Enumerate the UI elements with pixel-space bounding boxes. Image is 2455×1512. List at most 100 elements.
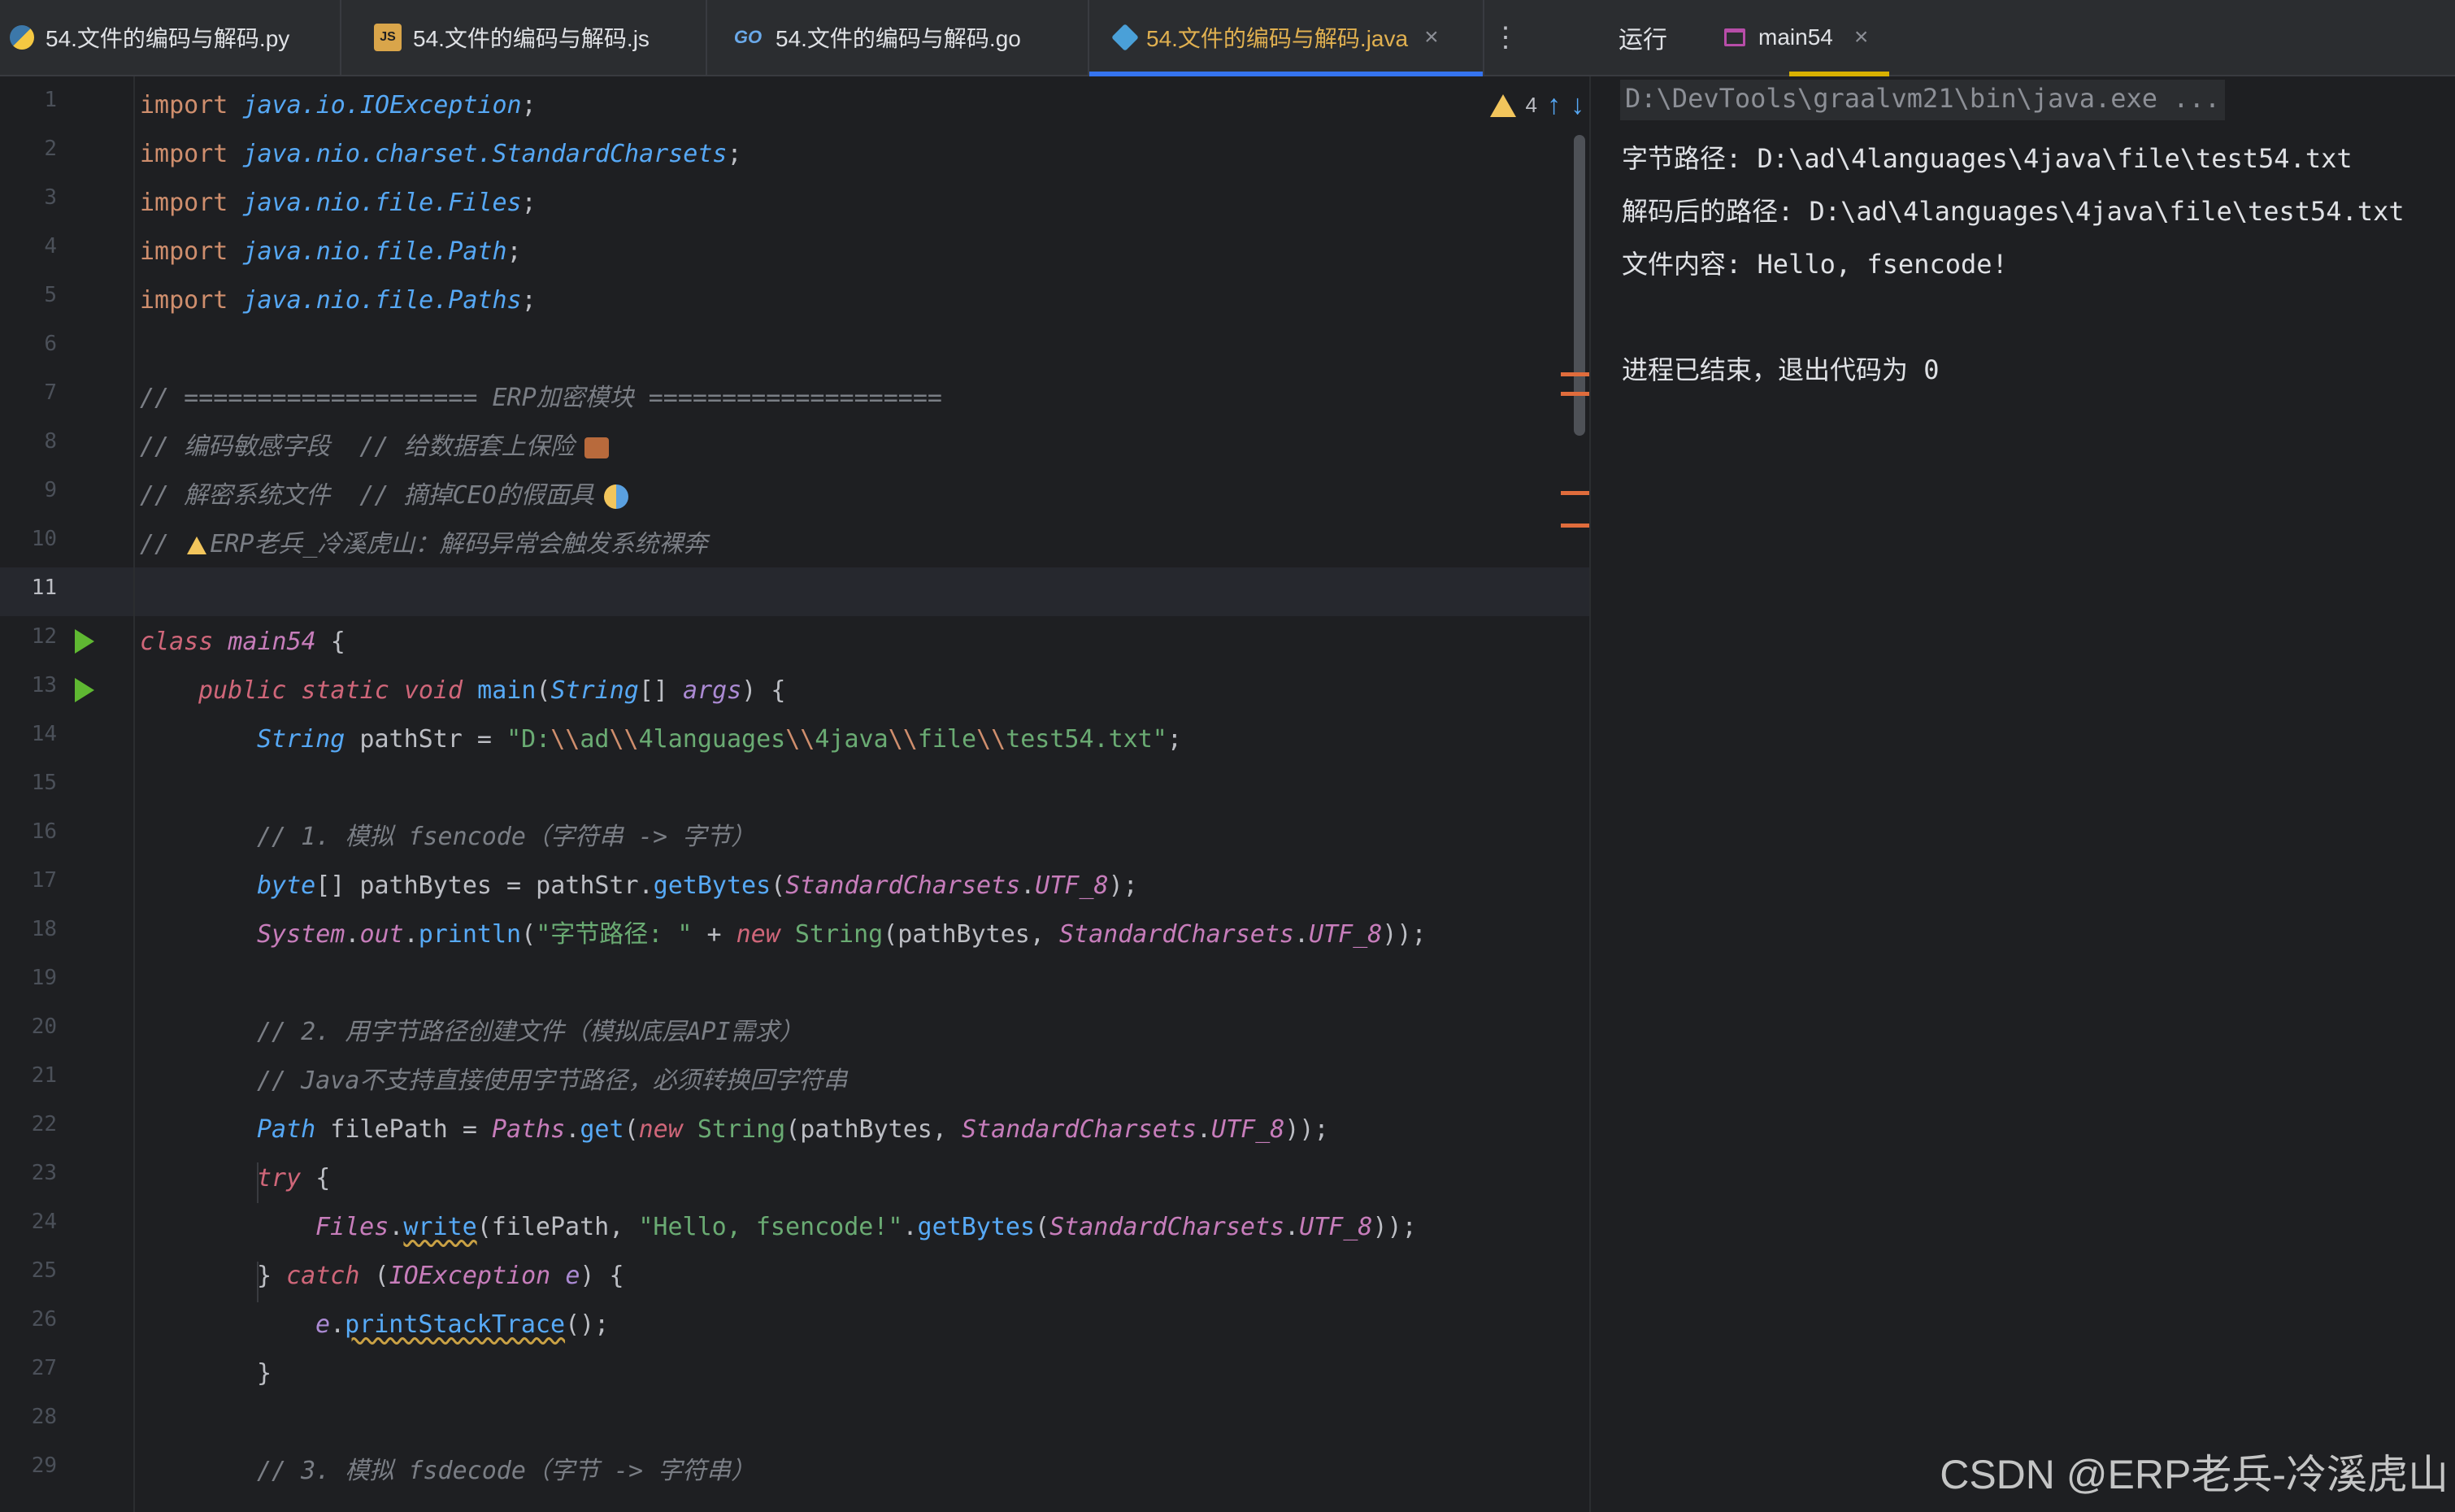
- tab-java-file[interactable]: 54.文件的编码与解码.java ×: [1089, 0, 1484, 76]
- tab-label: 54.文件的编码与解码.java: [1146, 26, 1409, 51]
- line-number: 4: [44, 234, 57, 259]
- code-comment: // ==================== ERP加密模块 ========…: [140, 384, 942, 412]
- line-number: 14: [31, 722, 57, 746]
- console-output-line: 解码后的路径: D:\ad\4languages\4java\file\test…: [1622, 196, 2405, 227]
- console-output-line: 文件内容: Hello, fsencode!: [1622, 249, 2008, 280]
- tab-label: 54.文件的编码与解码.go: [776, 26, 1021, 51]
- code-line: e.printStackTrace();: [315, 1310, 610, 1339]
- line-number: 6: [44, 332, 57, 356]
- code-line: import java.nio.charset.StandardCharsets…: [140, 140, 742, 168]
- line-number: 21: [31, 1063, 57, 1088]
- line-number: 8: [44, 429, 57, 454]
- code-line: byte[] pathBytes = pathStr.getBytes(Stan…: [257, 871, 1138, 900]
- vertical-scrollbar[interactable]: [1574, 135, 1585, 436]
- run-panel-title: 运行: [1619, 27, 1667, 54]
- run-panel-header: 运行 main54 ×: [1614, 0, 2455, 76]
- arrow-up-icon[interactable]: ↑: [1547, 89, 1561, 121]
- code-line: System.out.println("字节路径: " + new String…: [257, 920, 1427, 949]
- javascript-icon: JS: [374, 24, 402, 51]
- code-line: try {: [257, 1164, 331, 1193]
- code-line: import java.nio.file.Paths;: [140, 286, 537, 315]
- tab-go-file[interactable]: GO 54.文件的编码与解码.go: [707, 0, 1089, 75]
- code-line: Files.write(filePath, "Hello, fsencode!"…: [315, 1213, 1417, 1241]
- line-number: 17: [31, 868, 57, 893]
- run-icon[interactable]: [75, 678, 94, 702]
- line-number: 24: [31, 1210, 57, 1234]
- console-command-line[interactable]: D:\DevTools\graalvm21\bin\java.exe ...: [1620, 80, 2226, 120]
- line-number: 28: [31, 1405, 57, 1429]
- code-comment: // 2. 用字节路径创建文件（模拟底层API需求）: [257, 1018, 804, 1046]
- watermark: CSDN @ERP老兵-冷溪虎山: [1940, 1452, 2448, 1497]
- code-line: import java.nio.file.Files;: [140, 189, 537, 217]
- line-number: 25: [31, 1258, 57, 1283]
- tab-js-file[interactable]: JS 54.文件的编码与解码.js: [341, 0, 707, 75]
- console-icon: [1724, 28, 1745, 46]
- line-number: 15: [31, 771, 57, 795]
- line-number: 29: [31, 1453, 57, 1478]
- python-icon: [10, 25, 34, 50]
- line-number: 11: [31, 576, 57, 600]
- current-line-highlight: [0, 567, 1589, 616]
- code-editor[interactable]: 1 2 3 4 5 6 7 8 9 10 11 12 13 14 15 16 17 18 19 20 21 22 23 24 2…: [0, 76, 1589, 1512]
- theater-mask-icon: [603, 484, 628, 509]
- line-number: 2: [44, 137, 57, 161]
- run-icon[interactable]: [75, 629, 94, 654]
- java-icon: [1111, 24, 1139, 51]
- more-tabs-icon[interactable]: ⋮: [1484, 0, 1527, 75]
- tab-label: 54.文件的编码与解码.py: [46, 26, 290, 51]
- code-comment: // 1. 模拟 fsencode（字符串 -> 字节）: [257, 823, 756, 851]
- code-line: class main54 {: [140, 628, 345, 656]
- tab-label: 54.文件的编码与解码.js: [413, 26, 650, 51]
- line-number: 1: [44, 88, 57, 112]
- line-number: 10: [31, 527, 57, 551]
- console-exit-line: 进程已结束，退出代码为 0: [1622, 354, 1940, 385]
- close-icon[interactable]: ×: [1854, 24, 1869, 51]
- line-number: 26: [31, 1307, 57, 1332]
- inspection-widget[interactable]: 4 ↑ ↓: [1489, 89, 1584, 121]
- line-number: 3: [44, 185, 57, 210]
- warning-icon: [187, 536, 207, 554]
- line-number: 27: [31, 1356, 57, 1380]
- line-number: 7: [44, 380, 57, 405]
- error-stripe-mark[interactable]: [1561, 392, 1589, 396]
- console-output-line: 字节路径: D:\ad\4languages\4java\file\test54…: [1622, 143, 2353, 174]
- code-line: Path filePath = Paths.get(new String(pat…: [257, 1115, 1329, 1144]
- tab-python-file[interactable]: 54.文件的编码与解码.py: [0, 0, 341, 75]
- code-line: } catch (IOException e) {: [257, 1262, 624, 1290]
- line-number: 19: [31, 966, 57, 990]
- run-tab-label: main54: [1758, 24, 1833, 50]
- panel-divider[interactable]: [1589, 76, 1615, 1512]
- error-stripe-mark[interactable]: [1561, 524, 1589, 528]
- warning-count: 4: [1525, 93, 1537, 117]
- line-number: 16: [31, 819, 57, 844]
- code-line: import java.io.IOException;: [140, 91, 537, 119]
- code-comment: // 解密系统文件 // 摘掉CEO的假面具: [140, 471, 628, 520]
- code-comment: // 3. 模拟 fsdecode（字节 -> 字符串）: [257, 1457, 756, 1485]
- line-number: 20: [31, 1015, 57, 1039]
- line-number: 12: [31, 624, 57, 649]
- error-stripe-mark[interactable]: [1561, 372, 1589, 376]
- line-number: 13: [31, 673, 57, 697]
- line-number: 9: [44, 478, 57, 502]
- go-icon: GO: [733, 27, 763, 47]
- line-number: 23: [31, 1161, 57, 1185]
- code-line: import java.nio.file.Path;: [140, 237, 522, 266]
- line-number: 18: [31, 917, 57, 941]
- run-console[interactable]: D:\DevTools\graalvm21\bin\java.exe ... 字…: [1614, 76, 2455, 1512]
- warning-icon: [1489, 93, 1516, 117]
- code-line: public static void main(String[] args) {: [198, 676, 786, 705]
- code-comment: // Java不支持直接使用字节路径，必须转换回字符串: [257, 1067, 848, 1095]
- arrow-down-icon[interactable]: ↓: [1571, 89, 1584, 121]
- line-number: 5: [44, 283, 57, 307]
- line-number: 22: [31, 1112, 57, 1136]
- error-stripe-mark[interactable]: [1561, 491, 1589, 495]
- code-line: String pathStr = "D:\\ad\\4languages\\4j…: [257, 725, 1182, 754]
- code-comment: // 编码敏感字段 // 给数据套上保险: [140, 423, 609, 471]
- close-icon[interactable]: ×: [1424, 24, 1439, 51]
- editor-tab-bar: 54.文件的编码与解码.py JS 54.文件的编码与解码.js GO 54.文…: [0, 0, 1614, 76]
- code-comment: // ERP老兵_冷溪虎山：解码异常会触发系统裸奔: [140, 530, 708, 558]
- run-tab-main54[interactable]: main54 ×: [1700, 0, 1890, 76]
- gutter-separator: [133, 76, 135, 1512]
- code-line: }: [257, 1359, 272, 1388]
- briefcase-icon: [584, 437, 609, 458]
